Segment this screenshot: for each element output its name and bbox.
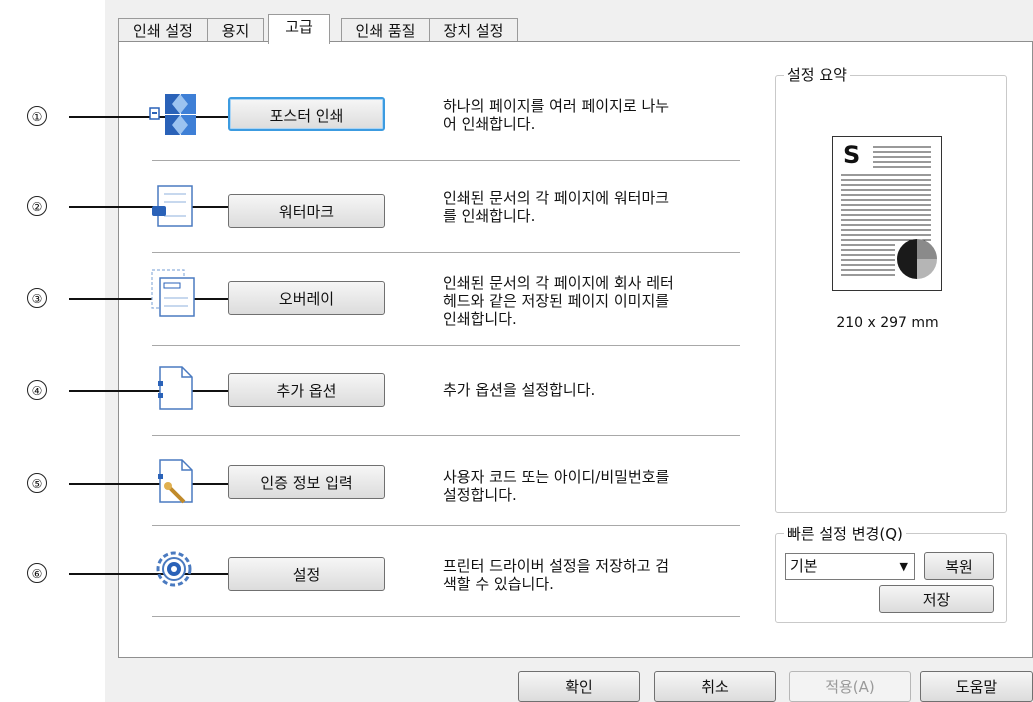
settings-button[interactable]: 설정 bbox=[228, 557, 385, 591]
callout-4: ④ bbox=[27, 380, 255, 400]
quick-settings-select[interactable]: 기본 ▼ bbox=[785, 553, 915, 580]
authentication-icon bbox=[158, 459, 193, 504]
page-preview: S bbox=[832, 136, 942, 291]
help-button[interactable]: 도움말 bbox=[920, 671, 1033, 702]
poster-description: 하나의 페이지를 여러 페이지로 나누 어 인쇄합니다. bbox=[443, 97, 670, 133]
separator bbox=[152, 616, 740, 617]
authentication-description: 사용자 코드 또는 아이디/비밀번호를 설정합니다. bbox=[443, 468, 670, 504]
watermark-description: 인쇄된 문서의 각 페이지에 워터마크 를 인쇄합니다. bbox=[443, 189, 670, 225]
overlay-button[interactable]: 오버레이 bbox=[228, 281, 385, 315]
ok-button[interactable]: 확인 bbox=[518, 671, 640, 702]
watermark-button[interactable]: 워터마크 bbox=[228, 194, 385, 228]
settings-description: 프린터 드라이버 설정을 저장하고 검 색할 수 있습니다. bbox=[443, 557, 670, 593]
additional-options-button[interactable]: 추가 옵션 bbox=[228, 373, 385, 407]
poster-print-button[interactable]: 포스터 인쇄 bbox=[228, 97, 385, 131]
cancel-button[interactable]: 취소 bbox=[654, 671, 776, 702]
separator bbox=[152, 525, 740, 526]
callout-2: ② bbox=[27, 196, 255, 216]
overlay-description: 인쇄된 문서의 각 페이지에 회사 레터 헤드와 같은 저장된 페이지 이미지를… bbox=[443, 274, 674, 328]
callout-3: ③ bbox=[27, 288, 255, 308]
separator bbox=[152, 252, 740, 253]
poster-icon bbox=[149, 94, 196, 135]
save-button[interactable]: 저장 bbox=[879, 585, 994, 613]
overlay-icon bbox=[151, 269, 195, 317]
gear-icon bbox=[156, 551, 192, 587]
authentication-button[interactable]: 인증 정보 입력 bbox=[228, 465, 385, 499]
preview-content-lines bbox=[841, 146, 937, 279]
callout-5: ⑤ bbox=[27, 473, 255, 493]
callout-6: ⑥ bbox=[27, 563, 255, 583]
separator bbox=[152, 160, 740, 161]
tab-print-quality[interactable]: 인쇄 품질 bbox=[341, 18, 430, 42]
pie-chart-graphic bbox=[897, 239, 937, 279]
separator bbox=[152, 345, 740, 346]
tab-device-settings[interactable]: 장치 설정 bbox=[429, 18, 518, 42]
additional-options-icon bbox=[158, 366, 193, 410]
quick-settings-title: 빠른 설정 변경(Q) bbox=[784, 523, 906, 544]
restore-button[interactable]: 복원 bbox=[924, 552, 994, 580]
paper-size-label: 210 x 297 mm bbox=[836, 315, 939, 331]
tab-print-settings[interactable]: 인쇄 설정 bbox=[118, 18, 208, 42]
tab-paper[interactable]: 용지 bbox=[207, 18, 264, 42]
tab-advanced[interactable]: 고급 bbox=[268, 14, 330, 44]
apply-button[interactable]: 적용(A) bbox=[789, 671, 911, 702]
quick-settings-selected-value: 기본 bbox=[790, 557, 818, 575]
watermark-icon bbox=[152, 185, 193, 227]
callout-1: ① bbox=[27, 106, 255, 126]
additional-options-description: 추가 옵션을 설정합니다. bbox=[443, 381, 596, 399]
separator bbox=[152, 435, 740, 436]
settings-summary-title: 설정 요약 bbox=[784, 64, 850, 85]
dropdown-arrow-icon: ▼ bbox=[899, 560, 908, 573]
